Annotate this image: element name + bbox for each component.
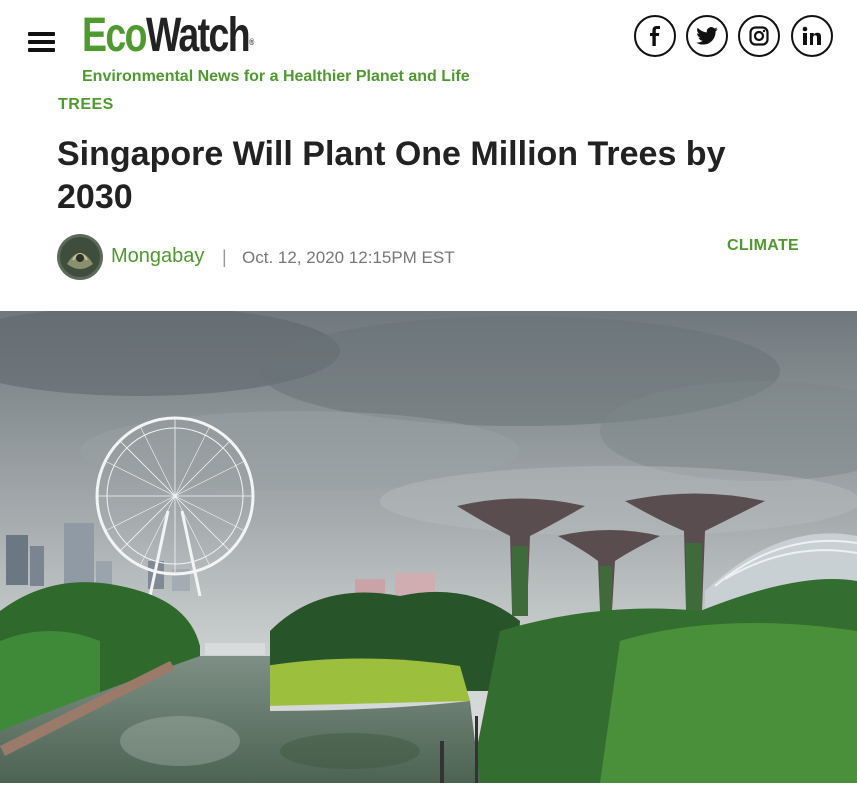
instagram-icon[interactable] xyxy=(738,15,780,57)
author-name[interactable]: Mongabay xyxy=(111,245,204,268)
author-avatar[interactable] xyxy=(57,234,103,280)
publish-date: Oct. 12, 2020 12:15PM EST xyxy=(242,248,455,267)
twitter-icon[interactable] xyxy=(686,15,728,57)
linkedin-icon[interactable] xyxy=(791,15,833,57)
site-tagline: Environmental News for a Healthier Plane… xyxy=(82,68,470,85)
hero-image xyxy=(0,306,857,783)
category-link-trees[interactable]: TREES xyxy=(58,96,114,114)
hamburger-menu-icon[interactable] xyxy=(28,30,56,54)
article-title: Singapore Will Plant One Million Trees b… xyxy=(57,135,726,216)
tag-link-climate[interactable]: CLIMATE xyxy=(727,237,799,255)
facebook-icon[interactable] xyxy=(634,15,676,57)
meta-separator: | xyxy=(222,247,227,267)
ecowatch-logo[interactable]: EcoWatch® xyxy=(82,8,254,64)
